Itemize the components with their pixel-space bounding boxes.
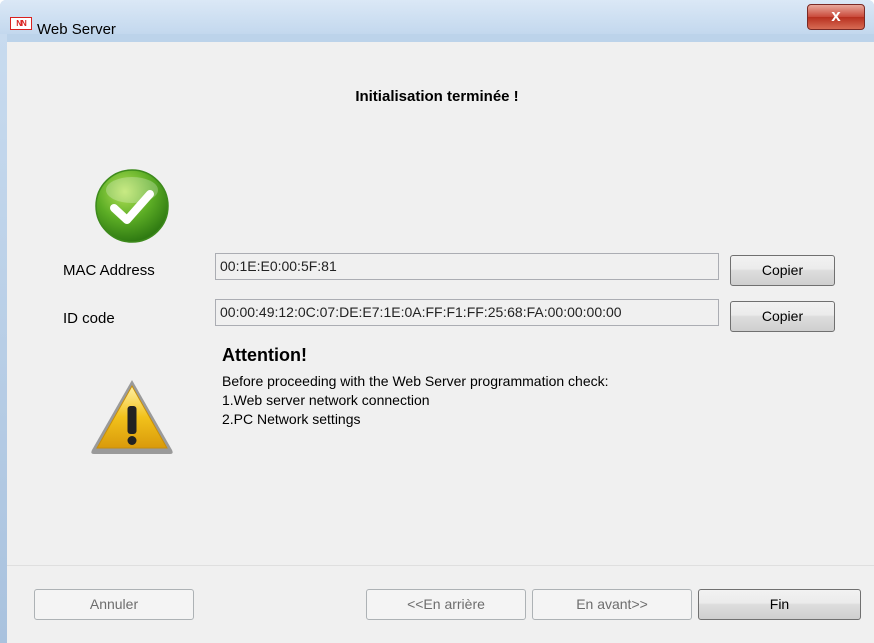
page-title: Initialisation terminée ! (355, 88, 519, 105)
attention-line: Before proceeding with the Web Server pr… (222, 373, 609, 389)
app-logo-icon: NN (10, 17, 32, 30)
mac-address-field[interactable]: 00:1E:E0:00:5F:81 (215, 253, 719, 280)
window-frame-left (0, 34, 7, 643)
title-bar: NN Web Server x (0, 0, 874, 38)
copy-mac-button[interactable]: Copier (730, 255, 835, 286)
next-button[interactable]: En avant>> (532, 589, 692, 620)
id-code-field[interactable]: 00:00:49:12:0C:07:DE:E7:1E:0A:FF:F1:FF:2… (215, 299, 719, 326)
finish-button[interactable]: Fin (698, 589, 861, 620)
cancel-button[interactable]: Annuler (34, 589, 194, 620)
mac-address-label: MAC Address (63, 262, 155, 279)
id-code-label: ID code (63, 310, 115, 327)
close-button[interactable]: x (807, 4, 865, 30)
dialog-window: NN Web Server x Initialisation terminée … (0, 0, 874, 643)
check-circle-icon (95, 169, 169, 243)
window-title: Web Server (37, 21, 116, 38)
attention-title: Attention! (222, 345, 307, 365)
attention-line: 1.Web server network connection (222, 392, 430, 408)
back-button[interactable]: <<En arrière (366, 589, 526, 620)
attention-line: 2.PC Network settings (222, 411, 361, 427)
copy-id-button[interactable]: Copier (730, 301, 835, 332)
warning-triangle-icon (91, 380, 173, 454)
